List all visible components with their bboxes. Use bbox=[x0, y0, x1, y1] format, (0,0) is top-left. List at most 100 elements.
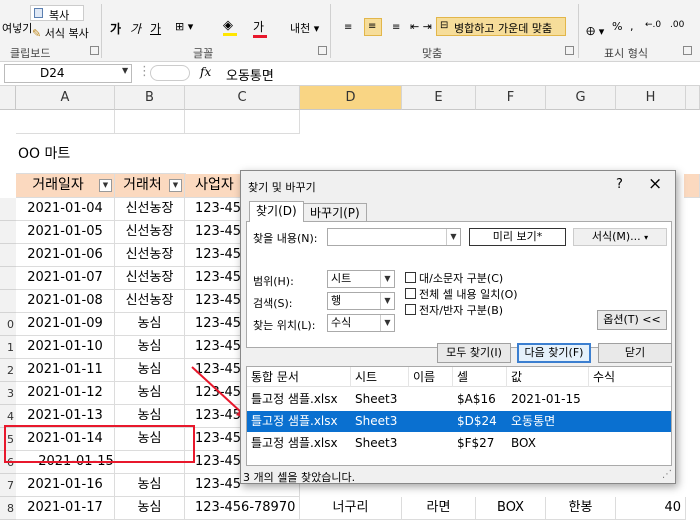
result-row[interactable]: 틀고정 샘플.xlsx Sheet3 $A$16 2021-01-15 bbox=[247, 389, 671, 410]
results-col-value[interactable]: 값 bbox=[507, 367, 589, 387]
name-box-dropdown-icon[interactable]: ▼ bbox=[122, 66, 128, 75]
insert-function-button[interactable]: fx bbox=[200, 65, 211, 79]
cell-date[interactable]: 2021-01-08 bbox=[16, 290, 115, 313]
result-row[interactable]: 틀고정 샘플.xlsx Sheet3 $F$27 BOX bbox=[247, 433, 671, 454]
align-right-button[interactable]: ≡ bbox=[388, 18, 406, 36]
phonetic-button[interactable]: 내천 ▾ bbox=[290, 20, 319, 36]
underline-button[interactable]: 가 bbox=[150, 20, 161, 37]
result-row[interactable]: 틀고정 샘플.xlsx Sheet3 $D$24 오동통면 bbox=[247, 411, 671, 432]
cell-date[interactable]: 2021-01-11 bbox=[16, 359, 115, 382]
cell-qty[interactable]: 40 bbox=[616, 497, 686, 520]
row-number[interactable] bbox=[0, 267, 16, 290]
align-left-button[interactable]: ≡ bbox=[340, 18, 358, 36]
percent-button[interactable]: % bbox=[612, 20, 622, 33]
cell[interactable] bbox=[115, 110, 185, 134]
scope-select[interactable]: 시트 ▼ bbox=[327, 270, 395, 288]
column-header-e[interactable]: E bbox=[402, 86, 476, 110]
decrease-decimal-button[interactable]: .00 bbox=[670, 20, 684, 30]
bold-button[interactable]: 가 bbox=[110, 20, 121, 37]
options-button[interactable]: 옵션(T) << bbox=[597, 310, 667, 330]
cell-date[interactable]: 2021-01-05 bbox=[16, 221, 115, 244]
column-header-h[interactable]: H bbox=[616, 86, 686, 110]
find-next-button[interactable]: 다음 찾기(F) bbox=[517, 343, 591, 363]
header-cell-vendor[interactable]: 거래처 ▼ bbox=[115, 174, 185, 198]
font-launcher-icon[interactable] bbox=[318, 46, 327, 55]
results-col-formula[interactable]: 수식 bbox=[589, 367, 671, 387]
cell-vendor[interactable]: 농심 bbox=[115, 313, 185, 336]
format-preview-button[interactable]: 미리 보기* bbox=[469, 228, 566, 246]
merge-center-button[interactable]: ⊟ 병합하고 가운데 맞춤 bbox=[436, 17, 566, 36]
cell-date[interactable]: 2021-01-17 bbox=[16, 497, 115, 520]
column-header-c[interactable]: C bbox=[185, 86, 300, 110]
tab-replace[interactable]: 바꾸기(P) bbox=[303, 203, 367, 222]
row-number[interactable]: 7 bbox=[0, 474, 16, 497]
chevron-down-icon[interactable]: ▼ bbox=[380, 293, 394, 309]
results-col-sheet[interactable]: 시트 bbox=[351, 367, 409, 387]
cell-vendor[interactable]: 신선농장 bbox=[115, 244, 185, 267]
look-in-select[interactable]: 수식 ▼ bbox=[327, 314, 395, 332]
chevron-down-icon[interactable]: ▼ bbox=[380, 315, 394, 331]
column-header-d[interactable]: D bbox=[300, 86, 402, 110]
header-cell-biz[interactable]: 사업자 bbox=[185, 174, 245, 198]
cell-date[interactable]: 2021-01-09 bbox=[16, 313, 115, 336]
help-button[interactable]: ? bbox=[616, 177, 623, 192]
row-number[interactable]: 2 bbox=[0, 359, 16, 382]
comma-button[interactable]: , bbox=[630, 20, 634, 33]
cell-date[interactable]: 2021-01-06 bbox=[16, 244, 115, 267]
cell-pack[interactable]: 한봉 bbox=[546, 497, 616, 520]
row-number[interactable]: 8 bbox=[0, 497, 16, 520]
fill-color-button[interactable]: ◈ bbox=[223, 18, 237, 36]
cell-vendor[interactable]: 농심 bbox=[115, 497, 185, 520]
paste-label[interactable]: 여넣기 bbox=[2, 20, 32, 36]
header-cell-partial[interactable] bbox=[684, 174, 700, 198]
match-entire-checkbox[interactable]: 전체 셀 내용 일치(O) bbox=[405, 286, 518, 302]
cell-date[interactable]: 2021-01-12 bbox=[16, 382, 115, 405]
select-all-corner[interactable] bbox=[0, 86, 16, 110]
clipboard-launcher-icon[interactable] bbox=[90, 46, 99, 55]
align-launcher-icon[interactable] bbox=[565, 46, 574, 55]
name-box[interactable]: D24 bbox=[4, 64, 132, 83]
format-button[interactable]: 서식(M)... ▾ bbox=[573, 228, 667, 246]
cell-date[interactable]: 2021-01-07 bbox=[16, 267, 115, 290]
cell-date[interactable]: 2021-01-16 bbox=[16, 474, 115, 497]
cell-vendor[interactable]: 신선농장 bbox=[115, 267, 185, 290]
cell[interactable] bbox=[16, 110, 115, 134]
cell-date[interactable]: 2021-01-04 bbox=[16, 198, 115, 221]
match-byte-checkbox[interactable]: 전자/반자 구분(B) bbox=[405, 302, 503, 318]
cell-date[interactable]: 2021-01-10 bbox=[16, 336, 115, 359]
close-button[interactable]: 닫기 bbox=[598, 343, 672, 363]
column-header-g[interactable]: G bbox=[546, 86, 616, 110]
column-header-f[interactable]: F bbox=[476, 86, 546, 110]
indent-button[interactable]: ⇤ ⇥ bbox=[410, 20, 432, 33]
cell-vendor[interactable]: 농심 bbox=[115, 336, 185, 359]
column-header-partial[interactable] bbox=[686, 86, 700, 110]
copy-button[interactable]: 복사 bbox=[30, 5, 84, 22]
accounting-button[interactable]: 🜨 ▾ bbox=[586, 20, 604, 42]
results-col-book[interactable]: 통합 문서 bbox=[247, 367, 351, 387]
chevron-down-icon[interactable]: ▼ bbox=[446, 229, 460, 245]
find-what-input[interactable]: ▼ bbox=[327, 228, 461, 246]
filter-dropdown-icon[interactable]: ▼ bbox=[169, 179, 182, 192]
row-number[interactable]: 3 bbox=[0, 382, 16, 405]
font-color-button[interactable]: 가 bbox=[253, 18, 267, 38]
row-number[interactable] bbox=[0, 290, 16, 313]
increase-decimal-button[interactable]: ←.0 bbox=[645, 20, 661, 30]
find-all-button[interactable]: 모두 찾기(I) bbox=[437, 343, 511, 363]
cell-vendor[interactable]: 농심 bbox=[115, 474, 185, 497]
align-center-button[interactable]: ≡ bbox=[364, 18, 382, 36]
format-painter-button[interactable]: ✎ 서식 복사 bbox=[32, 25, 89, 41]
cell-vendor[interactable]: 신선농장 bbox=[115, 221, 185, 244]
resize-grip-icon[interactable]: ⋰ bbox=[662, 469, 672, 480]
formula-input[interactable]: 오동통면 bbox=[226, 65, 274, 84]
column-header-b[interactable]: B bbox=[115, 86, 185, 110]
column-header-a[interactable]: A bbox=[16, 86, 115, 110]
italic-button[interactable]: 가 bbox=[130, 20, 141, 37]
row-number[interactable]: 1 bbox=[0, 336, 16, 359]
filter-dropdown-icon[interactable]: ▼ bbox=[99, 179, 112, 192]
title-cell[interactable]: OO 마트 bbox=[16, 134, 186, 174]
cell-category[interactable]: 라면 bbox=[402, 497, 476, 520]
cell[interactable] bbox=[185, 110, 300, 134]
cell-product[interactable]: 너구리 bbox=[300, 497, 402, 520]
formula-cancel-icon[interactable] bbox=[150, 65, 190, 81]
cell-vendor[interactable]: 농심 bbox=[115, 359, 185, 382]
